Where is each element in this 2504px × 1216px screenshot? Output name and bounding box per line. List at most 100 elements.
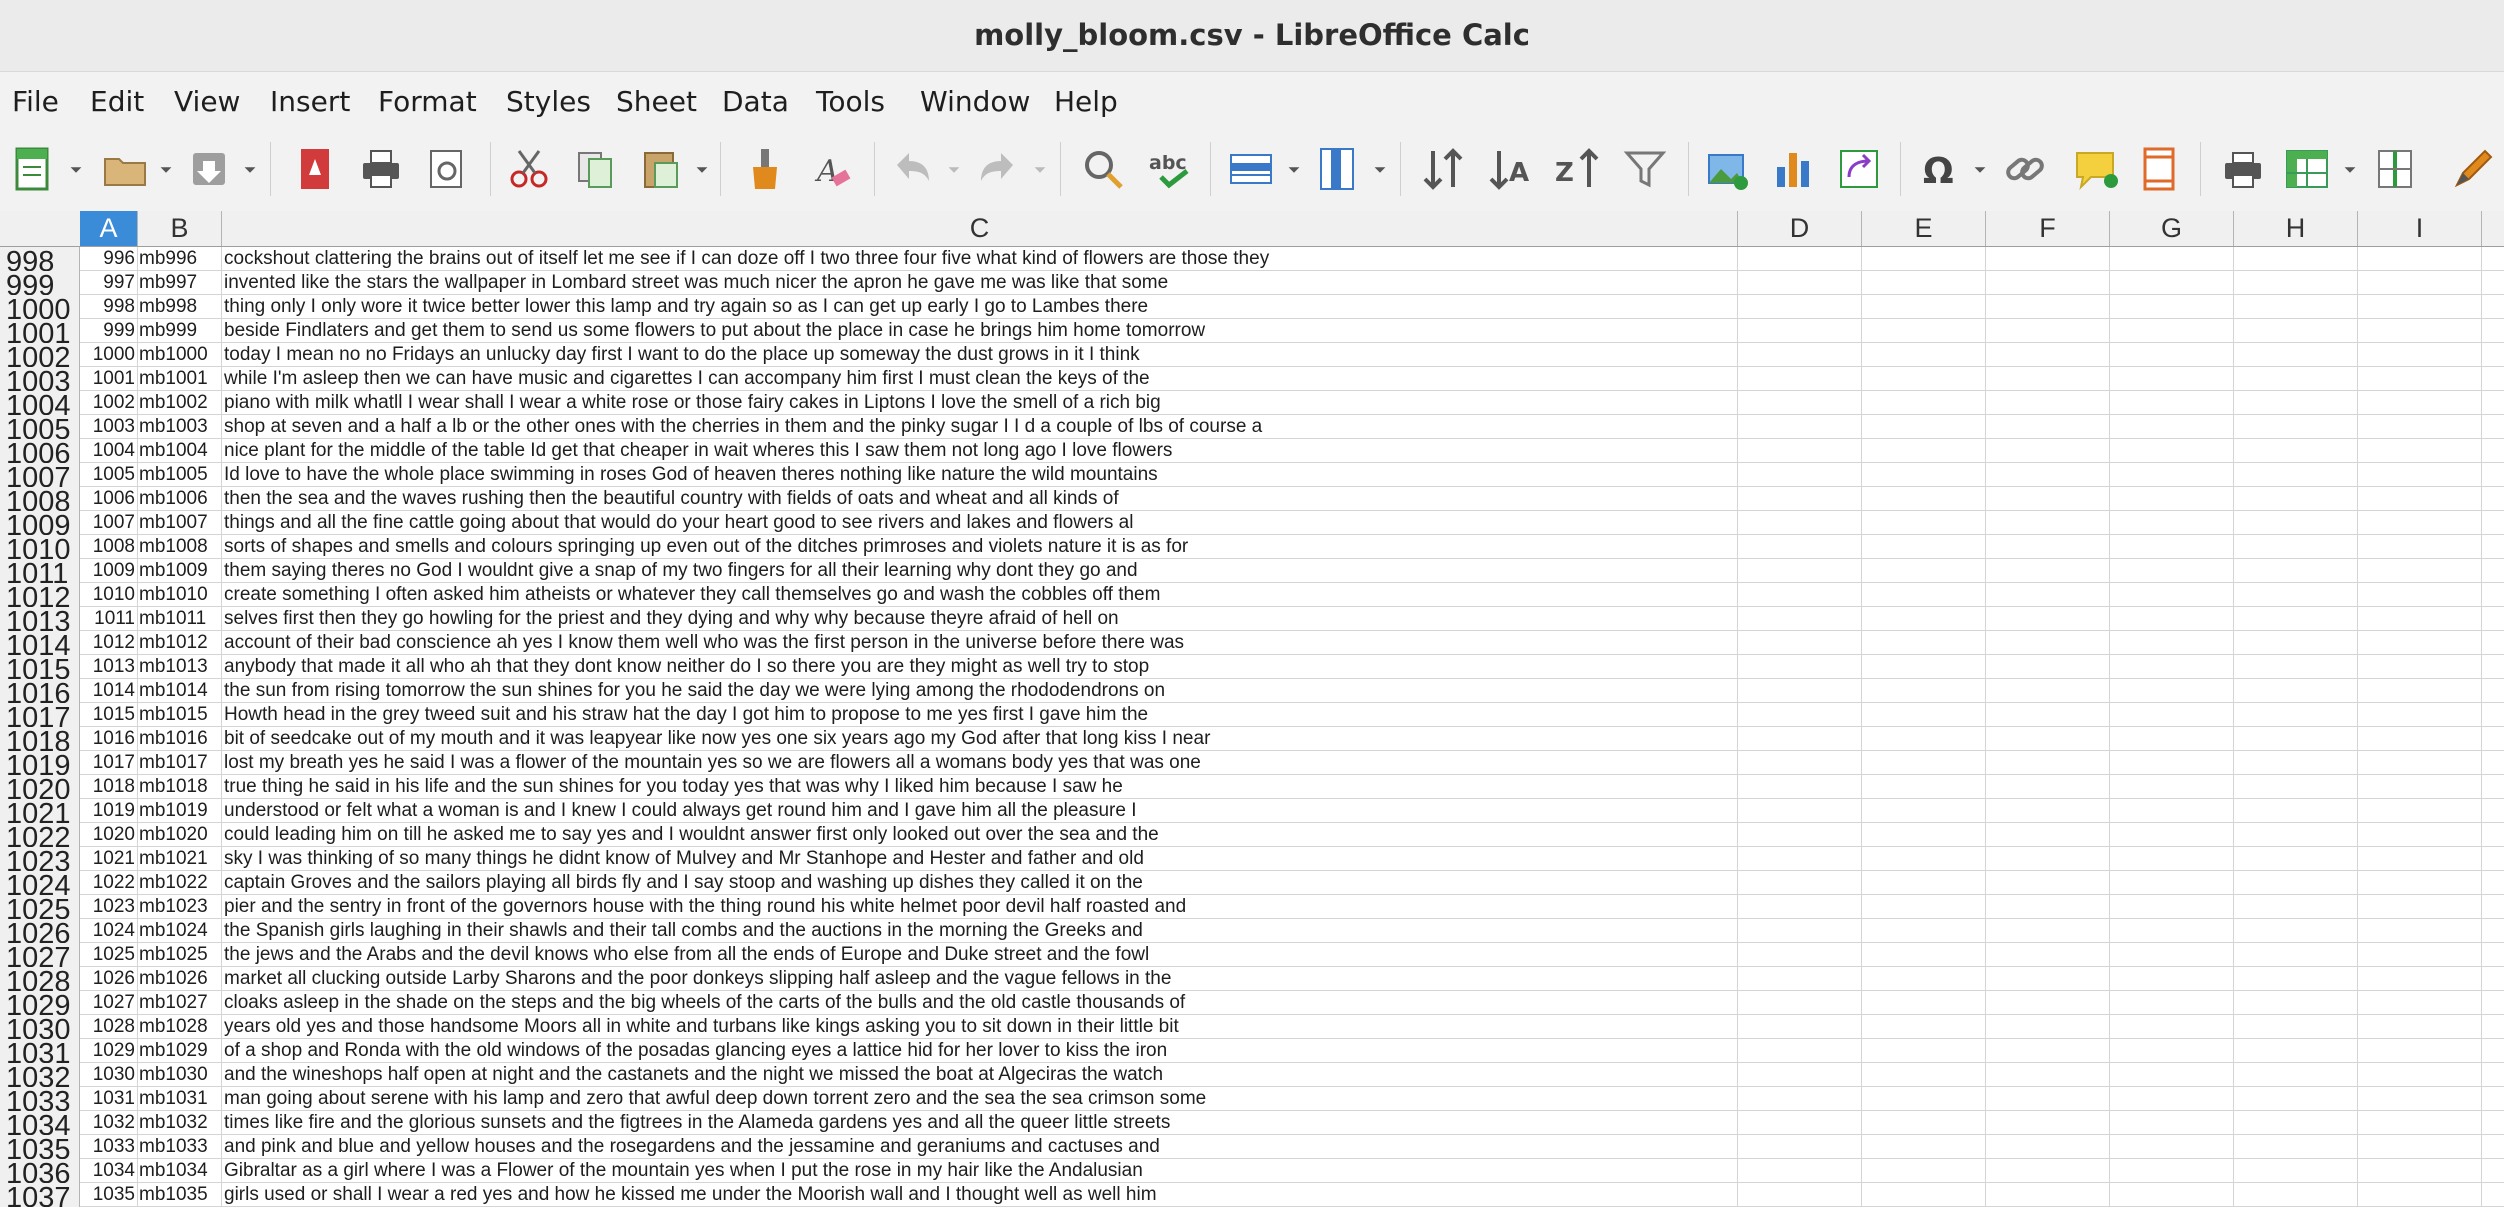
cell-c[interactable]: nice plant for the middle of the table I… — [222, 439, 1738, 463]
cell-a[interactable]: 1035 — [80, 1183, 138, 1207]
row-header[interactable]: 1035 — [0, 1135, 80, 1159]
row-header[interactable]: 1009 — [0, 511, 80, 535]
cell-c[interactable]: invented like the stars the wallpaper in… — [222, 271, 1738, 295]
cell-b[interactable]: mb1008 — [138, 535, 222, 559]
cell-a[interactable]: 1026 — [80, 967, 138, 991]
cell-a[interactable]: 1031 — [80, 1087, 138, 1111]
cell-b[interactable]: mb1010 — [138, 583, 222, 607]
row-header[interactable]: 1029 — [0, 991, 80, 1015]
cell-a[interactable]: 1002 — [80, 391, 138, 415]
cell-b[interactable]: mb1002 — [138, 391, 222, 415]
hyperlink-icon[interactable] — [1996, 140, 2054, 198]
menu-data[interactable]: Data — [722, 85, 789, 118]
cut-icon[interactable] — [500, 140, 558, 198]
save-dropdown-arrow-icon[interactable] — [240, 160, 260, 180]
row-header[interactable]: 1014 — [0, 631, 80, 655]
cell-a[interactable]: 1018 — [80, 775, 138, 799]
cell-c[interactable]: years old yes and those handsome Moors a… — [222, 1015, 1738, 1039]
cell-c[interactable]: the sun from rising tomorrow the sun shi… — [222, 679, 1738, 703]
cell-a[interactable]: 1011 — [80, 607, 138, 631]
cell-b[interactable]: mb1024 — [138, 919, 222, 943]
cell-a[interactable]: 1010 — [80, 583, 138, 607]
select-all-corner[interactable] — [0, 211, 81, 246]
cell-b[interactable]: mb997 — [138, 271, 222, 295]
cell-a[interactable]: 1008 — [80, 535, 138, 559]
freeze-dropdown-arrow-icon[interactable] — [2340, 160, 2360, 180]
paste-dropdown-arrow-icon[interactable] — [692, 160, 712, 180]
cell-c[interactable]: bit of seedcake out of my mouth and it w… — [222, 727, 1738, 751]
cell-c[interactable]: today I mean no no Fridays an unlucky da… — [222, 343, 1738, 367]
cell-c[interactable]: piano with milk whatll I wear shall I we… — [222, 391, 1738, 415]
row-header[interactable]: 1030 — [0, 1015, 80, 1039]
cell-a[interactable]: 1034 — [80, 1159, 138, 1183]
undo-icon[interactable] — [884, 140, 942, 198]
cell-b[interactable]: mb1013 — [138, 655, 222, 679]
insert-chart-icon[interactable] — [1764, 140, 1822, 198]
menu-format[interactable]: Format — [378, 85, 477, 118]
cell-a[interactable]: 1016 — [80, 727, 138, 751]
cell-b[interactable]: mb998 — [138, 295, 222, 319]
cell-a[interactable]: 1022 — [80, 871, 138, 895]
sort-descending-icon[interactable]: Z — [1548, 140, 1606, 198]
cell-a[interactable]: 1033 — [80, 1135, 138, 1159]
cell-a[interactable]: 1021 — [80, 847, 138, 871]
cell-a[interactable]: 1014 — [80, 679, 138, 703]
cell-c[interactable]: selves first then they go howling for th… — [222, 607, 1738, 631]
cell-b[interactable]: mb1006 — [138, 487, 222, 511]
row-header[interactable]: 1010 — [0, 535, 80, 559]
special-character-icon[interactable]: Ω — [1912, 140, 1970, 198]
split-window-icon[interactable] — [2366, 140, 2424, 198]
cell-a[interactable]: 998 — [80, 295, 138, 319]
row-header[interactable]: 1037 — [0, 1183, 80, 1207]
new-dropdown-arrow-icon[interactable] — [66, 160, 86, 180]
cell-c[interactable]: understood or felt what a woman is and I… — [222, 799, 1738, 823]
row-header[interactable]: 1032 — [0, 1063, 80, 1087]
cell-c[interactable]: create something I often asked him athei… — [222, 583, 1738, 607]
paste-icon[interactable] — [632, 140, 690, 198]
menu-insert[interactable]: Insert — [270, 85, 350, 118]
row-header[interactable]: 1023 — [0, 847, 80, 871]
cell-a[interactable]: 1028 — [80, 1015, 138, 1039]
cell-b[interactable]: mb1001 — [138, 367, 222, 391]
cell-a[interactable]: 1001 — [80, 367, 138, 391]
cell-a[interactable]: 1003 — [80, 415, 138, 439]
cell-c[interactable]: anybody that made it all who ah that the… — [222, 655, 1738, 679]
row-header[interactable]: 1011 — [0, 559, 80, 583]
cell-c[interactable]: sorts of shapes and smells and colours s… — [222, 535, 1738, 559]
cell-b[interactable]: mb1023 — [138, 895, 222, 919]
draw-functions-icon[interactable] — [2444, 140, 2502, 198]
cell-a[interactable]: 1009 — [80, 559, 138, 583]
cell-c[interactable]: could leading him on till he asked me to… — [222, 823, 1738, 847]
spelling-icon[interactable]: abc — [1142, 140, 1200, 198]
cell-c[interactable]: cloaks asleep in the shade on the steps … — [222, 991, 1738, 1015]
cell-a[interactable]: 1006 — [80, 487, 138, 511]
export-pdf-icon[interactable] — [286, 140, 344, 198]
row-header[interactable]: 1021 — [0, 799, 80, 823]
cell-b[interactable]: mb1004 — [138, 439, 222, 463]
define-print-area-icon[interactable] — [2214, 140, 2272, 198]
column-header-g[interactable]: G — [2110, 211, 2234, 246]
row-header[interactable]: 1020 — [0, 775, 80, 799]
cell-a[interactable]: 1029 — [80, 1039, 138, 1063]
cell-b[interactable]: mb1017 — [138, 751, 222, 775]
cell-b[interactable]: mb1012 — [138, 631, 222, 655]
sort-ascending-icon[interactable]: A — [1482, 140, 1540, 198]
row-header[interactable]: 1012 — [0, 583, 80, 607]
column-header-c[interactable]: C — [222, 211, 1738, 246]
row-header[interactable]: 1031 — [0, 1039, 80, 1063]
cell-a[interactable]: 999 — [80, 319, 138, 343]
column-header-f[interactable]: F — [1986, 211, 2110, 246]
row-header[interactable]: 999 — [0, 271, 80, 295]
cell-a[interactable]: 1027 — [80, 991, 138, 1015]
cell-b[interactable]: mb1011 — [138, 607, 222, 631]
autofilter-icon[interactable] — [1616, 140, 1674, 198]
cell-c[interactable]: the Spanish girls laughing in their shaw… — [222, 919, 1738, 943]
menu-view[interactable]: View — [174, 85, 240, 118]
cell-c[interactable]: and the wineshops half open at night and… — [222, 1063, 1738, 1087]
row-header[interactable]: 1016 — [0, 679, 80, 703]
row-header[interactable]: 1015 — [0, 655, 80, 679]
new-spreadsheet-icon[interactable] — [4, 140, 62, 198]
clone-formatting-icon[interactable] — [736, 140, 794, 198]
cell-c[interactable]: market all clucking outside Larby Sharon… — [222, 967, 1738, 991]
cell-c[interactable]: man going about serene with his lamp and… — [222, 1087, 1738, 1111]
